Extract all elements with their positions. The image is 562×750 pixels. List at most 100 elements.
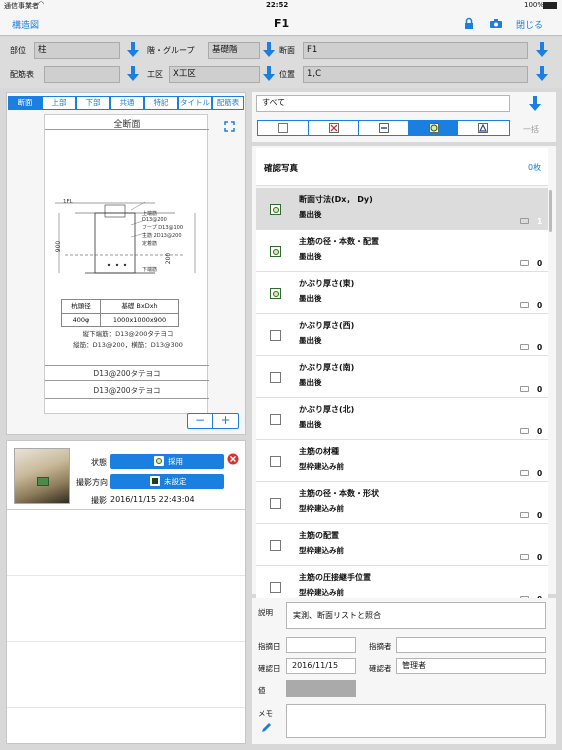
photo-dir-value: 未設定	[164, 477, 187, 486]
haikin-arrow-down-icon[interactable]	[127, 66, 139, 82]
ichi-arrow-down-icon[interactable]	[536, 66, 548, 82]
empty-checkbox[interactable]	[270, 498, 281, 509]
circle-mark-icon[interactable]	[270, 246, 281, 257]
delete-icon[interactable]	[227, 453, 239, 465]
photo-status-button[interactable]: 採用	[110, 454, 224, 469]
photo-thumbnail[interactable]	[14, 448, 70, 504]
photo-status-value: 採用	[168, 457, 183, 466]
kai-field[interactable]: 基礎階	[208, 42, 260, 59]
tab-title[interactable]: タイトル	[178, 96, 212, 110]
photo-count-icon	[520, 386, 529, 392]
camera-icon[interactable]	[490, 19, 502, 28]
photo-divider-4	[7, 707, 245, 708]
spec-header-2: 基礎 BxDxh	[101, 300, 178, 314]
check-item-row[interactable]: 主筋の径・本数・形状 型枠建込み前 0	[256, 482, 548, 524]
empty-checkbox[interactable]	[270, 330, 281, 341]
tab-haikinhyo[interactable]: 配筋表	[212, 96, 244, 110]
bui-label: 部位	[10, 46, 26, 55]
photo-count: 0	[537, 553, 543, 562]
tab-danmen[interactable]: 断面	[8, 96, 42, 110]
confirm-person-field[interactable]: 管理者	[396, 658, 546, 674]
pencil-icon[interactable]	[260, 721, 273, 734]
desc-field[interactable]: 実測、断面リストと照合	[286, 602, 546, 629]
check-item-timing: 墨出後	[299, 378, 322, 387]
kouku-field[interactable]: X工区	[169, 66, 260, 83]
triangle-mark-icon	[478, 123, 489, 133]
wifi-icon: ◠	[38, 0, 45, 8]
shiteki-person-label: 指摘者	[369, 642, 392, 651]
confirm-person-label: 確認者	[369, 664, 392, 673]
photo-dir-button[interactable]: 未設定	[110, 474, 224, 489]
mark-cross-button[interactable]	[309, 121, 360, 135]
kai-arrow-down-icon[interactable]	[263, 42, 275, 58]
spec-value-2: 1000x1000x900	[112, 316, 167, 324]
circle-mark-icon[interactable]	[270, 204, 281, 215]
photo-count-icon	[520, 218, 529, 224]
ichi-label: 位置	[279, 70, 295, 79]
batch-button[interactable]: 一括	[523, 124, 539, 135]
photo-count: 0	[537, 427, 543, 436]
mark-triangle-button[interactable]	[458, 121, 509, 135]
bui-arrow-down-icon[interactable]	[127, 42, 139, 58]
mark-blank-button[interactable]	[258, 121, 309, 135]
empty-checkbox[interactable]	[270, 372, 281, 383]
fl-label: 1FL	[63, 199, 73, 205]
empty-checkbox[interactable]	[270, 414, 281, 425]
check-item-row[interactable]: かぶり厚さ(東) 墨出後 0	[256, 272, 548, 314]
check-item-row[interactable]: 主筋の配置 型枠建込み前 0	[256, 524, 548, 566]
check-item-row[interactable]: かぶり厚さ(南) 墨出後 0	[256, 356, 548, 398]
photo-date-label: 撮影	[91, 496, 107, 505]
check-item-timing: 型枠建込み前	[299, 462, 344, 471]
zoom-out-button[interactable]: −	[188, 414, 213, 428]
empty-checkbox[interactable]	[270, 456, 281, 467]
confirm-date-field[interactable]: 2016/11/15	[286, 658, 356, 674]
photo-count: 0	[537, 259, 543, 268]
check-item-row[interactable]: 主筋の径・本数・配置 墨出後 0	[256, 230, 548, 272]
spec-value-1: 400φ	[62, 314, 101, 326]
tab-jobu[interactable]: 上部	[42, 96, 76, 110]
close-button[interactable]: 閉じる	[516, 18, 543, 31]
mark-circle-button[interactable]	[408, 121, 459, 135]
check-item-row[interactable]: 断面寸法(Dx， Dy) 墨出後 1	[256, 188, 548, 230]
danmen-field[interactable]: F1	[303, 42, 528, 59]
confirm-title: 確認写真	[264, 164, 299, 174]
ichi-field[interactable]: 1,C	[303, 66, 528, 83]
drawing-divider	[45, 129, 209, 130]
empty-checkbox[interactable]	[270, 540, 281, 551]
tab-tokki[interactable]: 特記	[144, 96, 178, 110]
item-filter-arrow-down-icon[interactable]	[529, 96, 541, 112]
check-item-row[interactable]: かぶり厚さ(北) 墨出後 0	[256, 398, 548, 440]
cross-mark-icon	[328, 123, 339, 133]
tab-kyotsu[interactable]: 共通	[110, 96, 144, 110]
check-item-timing: 墨出後	[299, 336, 322, 345]
dim-900: 900	[55, 240, 63, 253]
zoom-in-button[interactable]: +	[213, 414, 238, 428]
kouku-arrow-down-icon[interactable]	[263, 66, 275, 82]
haikin-field[interactable]	[44, 66, 120, 83]
lock-icon[interactable]	[464, 17, 474, 30]
check-item-title: 主筋の材種	[299, 447, 339, 456]
shiteki-date-field[interactable]	[286, 637, 356, 653]
danmen-arrow-down-icon[interactable]	[536, 42, 548, 58]
tab-kabu[interactable]: 下部	[76, 96, 110, 110]
empty-checkbox[interactable]	[270, 582, 281, 593]
bui-field[interactable]: 柱	[34, 42, 120, 59]
memo-field[interactable]	[286, 704, 546, 738]
list-scrollbar[interactable]	[549, 190, 552, 232]
drawing-sheet[interactable]: 全断面 1FL 上端筋 D13@200 フープ D13@100 主筋 2D13@…	[44, 114, 209, 414]
line-mark-icon	[379, 123, 390, 133]
shiteki-person-field[interactable]	[396, 637, 546, 653]
expand-icon[interactable]	[224, 121, 235, 132]
back-button[interactable]: 構造図	[12, 18, 39, 31]
circle-mark-icon[interactable]	[270, 288, 281, 299]
photo-divider-3	[7, 641, 245, 642]
mark-line-button[interactable]	[359, 121, 409, 135]
confirm-count: 0枚	[528, 163, 542, 172]
check-item-title: かぶり厚さ(東)	[299, 279, 355, 288]
photo-count-icon	[520, 512, 529, 518]
value-field[interactable]	[286, 680, 356, 697]
check-item-row[interactable]: かぶり厚さ(西) 墨出後 0	[256, 314, 548, 356]
item-filter-field[interactable]: すべて	[256, 95, 510, 112]
photo-date-value: 2016/11/15 22:43:04	[110, 495, 195, 504]
check-item-row[interactable]: 主筋の材種 型枠建込み前 0	[256, 440, 548, 482]
